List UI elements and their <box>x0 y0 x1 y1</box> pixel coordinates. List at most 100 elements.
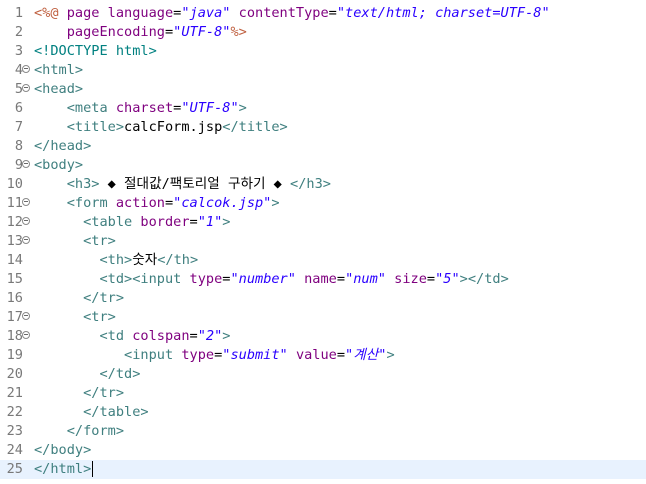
line-number: 9 <box>14 157 23 173</box>
code-line[interactable]: 14 <th>숫자</th> <box>0 251 646 270</box>
code-token: "UTF-8" <box>173 24 231 40</box>
code-token: <meta <box>66 100 116 116</box>
code-editor[interactable]: 1 <%@ page language="java" contentType="t… <box>0 0 646 484</box>
code-line[interactable]: 20 </td> <box>0 365 646 384</box>
line-number: 20 <box>6 366 23 382</box>
code-line[interactable]: 6 <meta charset="UTF-8"> <box>0 99 646 118</box>
code-token: charset <box>115 100 174 116</box>
code-token: "java" <box>181 5 231 21</box>
code-line[interactable]: 21 </tr> <box>0 384 646 403</box>
code-token: </tr> <box>83 290 125 306</box>
code-token: <%@ <box>34 5 67 21</box>
code-text: </tr> <box>34 289 124 308</box>
line-number: 13 <box>6 233 23 249</box>
fold-toggle-icon[interactable] <box>22 217 30 225</box>
code-token: <body> <box>34 157 84 173</box>
code-token: contentType <box>238 5 329 21</box>
code-token: "UTF-8" <box>181 100 239 116</box>
code-line[interactable]: 16 </tr> <box>0 289 646 308</box>
code-line[interactable]: 24 </body> <box>0 441 646 460</box>
line-number: 10 <box>6 176 23 192</box>
code-line[interactable]: 19 <input type="submit" value="계산"> <box>0 346 646 365</box>
code-line[interactable]: 17 <tr> <box>0 308 646 327</box>
code-token: "계산" <box>345 347 387 363</box>
code-token: calcForm.jsp <box>124 119 223 135</box>
line-number: 2 <box>14 24 23 40</box>
code-line[interactable]: 22 </table> <box>0 403 646 422</box>
code-line[interactable]: 13 <tr> <box>0 232 646 251</box>
fold-toggle-icon[interactable] <box>22 160 30 168</box>
line-number: 3 <box>14 43 23 59</box>
code-line[interactable]: 9 <body> <box>0 156 646 175</box>
code-token: "num" <box>345 271 386 287</box>
code-line[interactable]: 2 pageEncoding="UTF-8"%> <box>0 23 646 42</box>
code-line[interactable]: 5 <head> <box>0 80 646 99</box>
code-text: <td><input type="number" name="num" size… <box>34 270 509 289</box>
code-text: <table border="1"> <box>34 213 230 232</box>
code-token: > <box>386 347 395 363</box>
code-text: <!DOCTYPE html> <box>34 42 157 61</box>
code-token: = <box>426 271 436 287</box>
code-line[interactable]: 18 <td colspan="2"> <box>0 327 646 346</box>
code-text: <tr> <box>34 308 116 327</box>
fold-toggle-icon[interactable] <box>22 65 30 73</box>
fold-toggle-icon[interactable] <box>22 331 30 339</box>
code-token: </th> <box>157 252 199 268</box>
code-text: <title>calcForm.jsp</title> <box>34 118 288 137</box>
code-text: </form> <box>34 422 124 441</box>
code-token: </form> <box>66 423 125 439</box>
code-line[interactable]: 12 <table border="1"> <box>0 213 646 232</box>
code-text: <body> <box>34 156 83 175</box>
code-text: <html> <box>34 61 83 80</box>
code-token: <tr> <box>83 233 116 249</box>
fold-toggle-icon[interactable] <box>22 236 30 244</box>
code-line[interactable]: 1 <%@ page language="java" contentType="t… <box>0 4 646 23</box>
code-text: </table> <box>34 403 148 422</box>
code-text: <td colspan="2"> <box>34 327 230 346</box>
code-line[interactable]: 11 <form action="calcok.jsp"> <box>0 194 646 213</box>
code-token: = <box>164 195 174 211</box>
line-number: 1 <box>14 5 23 21</box>
code-text: </head> <box>34 137 91 156</box>
code-text: <h3> ◆ 절대값/팩토리얼 구하기 ◆ </h3> <box>34 175 331 194</box>
fold-toggle-icon[interactable] <box>22 198 30 206</box>
text-cursor <box>92 461 94 477</box>
code-line[interactable]: 10 <h3> ◆ 절대값/팩토리얼 구하기 ◆ </h3> <box>0 175 646 194</box>
line-number: 15 <box>6 271 23 287</box>
line-number: 4 <box>14 62 23 78</box>
code-line[interactable]: 7 <title>calcForm.jsp</title> <box>0 118 646 137</box>
code-text: <head> <box>34 80 83 99</box>
line-number: 19 <box>6 347 23 363</box>
code-token: <form <box>66 195 116 211</box>
code-line[interactable]: 3 <!DOCTYPE html> <box>0 42 646 61</box>
code-text: </tr> <box>34 384 124 403</box>
code-line[interactable]: 4 <html> <box>0 61 646 80</box>
code-line[interactable]: 8 </head> <box>0 137 646 156</box>
fold-toggle-icon[interactable] <box>22 84 30 92</box>
code-line[interactable]: 25 </html> <box>0 460 646 479</box>
code-text: <input type="submit" value="계산"> <box>34 346 395 365</box>
code-token: ></td> <box>459 271 509 287</box>
line-number: 6 <box>14 100 23 116</box>
code-token: <!DOCTYPE html> <box>34 43 157 59</box>
code-token: <head> <box>34 81 84 97</box>
code-token: </td> <box>99 366 141 382</box>
fold-toggle-icon[interactable] <box>22 312 30 320</box>
code-line[interactable]: 23 </form> <box>0 422 646 441</box>
code-token: <td><input <box>99 271 190 287</box>
code-text: <%@ page language="java" contentType="te… <box>34 4 550 23</box>
code-token: </head> <box>34 138 92 154</box>
line-number: 11 <box>6 195 23 211</box>
code-line[interactable]: 15 <td><input type="number" name="num" s… <box>0 270 646 289</box>
line-number: 5 <box>14 81 23 97</box>
